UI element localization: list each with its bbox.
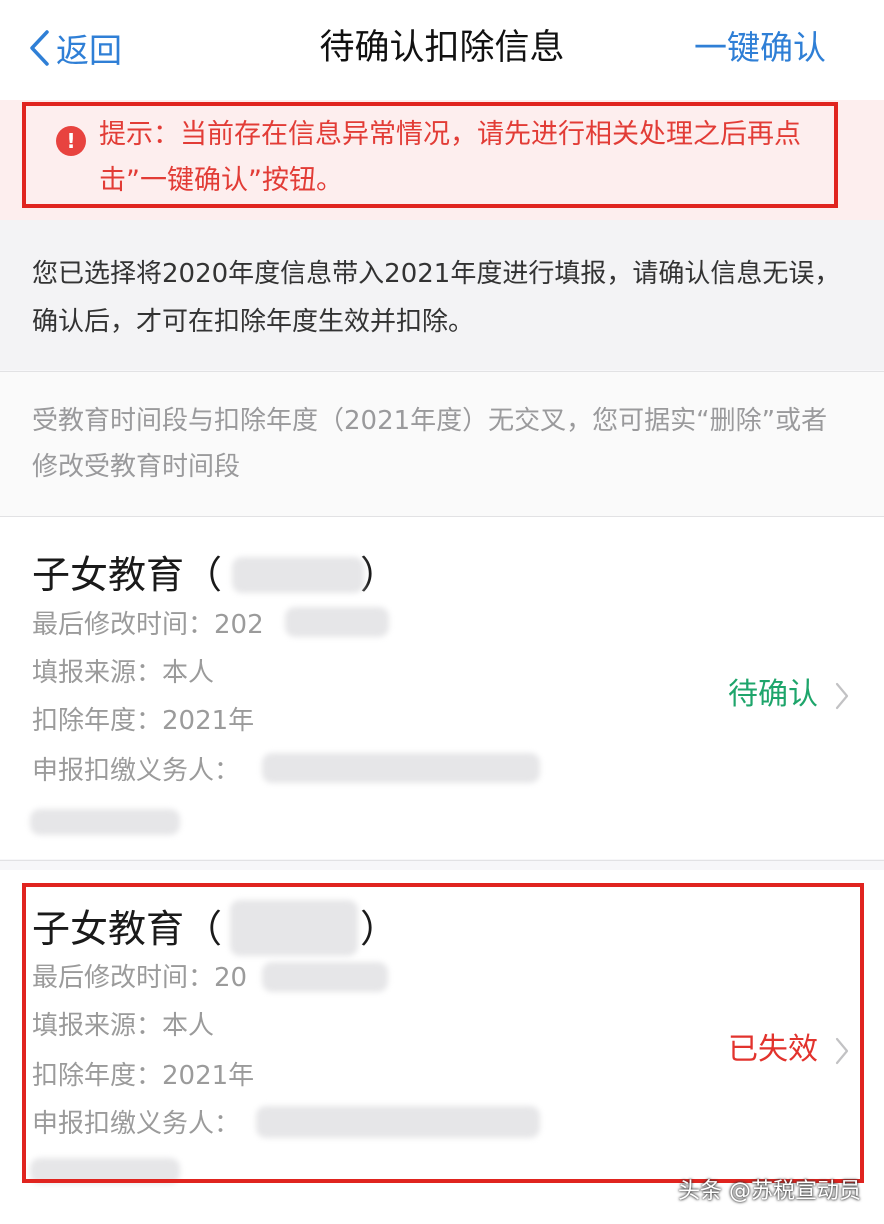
- notice-section: 受教育时间段与扣除年度（2021年度）无交叉，您可据实“删除”或者修改受教育时间…: [0, 372, 884, 516]
- redacted-agent-line2: [30, 809, 180, 835]
- exclamation-icon: !: [56, 126, 86, 156]
- status-pending: 待确认: [728, 677, 818, 712]
- watermark: 头条 @苏税宣动员: [678, 1179, 861, 1204]
- card-source: 填报来源：本人: [32, 658, 215, 688]
- redacted-name: [232, 557, 364, 593]
- card-agent-label: 申报扣缴义务人：: [32, 1109, 241, 1139]
- back-button[interactable]: 返回: [28, 22, 122, 74]
- redacted-agent: [256, 1106, 540, 1138]
- status-expired: 已失效: [728, 1032, 818, 1067]
- redacted-date: [262, 962, 388, 992]
- modified-time: 最后修改时间：20: [32, 963, 248, 993]
- back-label: 返回: [56, 31, 122, 70]
- notice-text: 受教育时间段与扣除年度（2021年度）无交叉，您可据实“删除”或者修改受教育时间…: [32, 406, 828, 482]
- card-year: 扣除年度：2021年: [32, 1061, 255, 1091]
- alert-highlight-frame: ! 提示：当前存在信息异常情况，请先进行相关处理之后再点击”一键确认”按钮。: [22, 102, 838, 208]
- chevron-left-icon: [30, 30, 49, 66]
- nav-bar: 返回 待确认扣除信息 一键确认: [0, 0, 884, 100]
- redacted-name: [230, 900, 358, 956]
- deduction-card-expired[interactable]: 子女教育（） 最后修改时间：20 填报来源：本人 扣除年度：2021年 申报扣缴…: [0, 870, 884, 1224]
- card-source: 填报来源：本人: [32, 1011, 215, 1041]
- card-year: 扣除年度：2021年: [32, 706, 255, 736]
- warning-banner: ! 提示：当前存在信息异常情况，请先进行相关处理之后再点击”一键确认”按钮。: [0, 100, 884, 220]
- divider: [0, 860, 884, 861]
- card-agent-label: 申报扣缴义务人：: [32, 756, 241, 786]
- redacted-agent: [262, 753, 540, 783]
- info-text: 您已选择将2020年度信息带入2021年度进行填报，请确认信息无误，确认后，才可…: [32, 259, 841, 337]
- chevron-right-icon: [835, 1037, 849, 1065]
- alert-text: 提示：当前存在信息异常情况，请先进行相关处理之后再点击”一键确认”按钮。: [99, 119, 801, 196]
- redacted-agent-line2: [30, 1158, 180, 1184]
- redacted-date: [285, 607, 389, 637]
- info-section: 您已选择将2020年度信息带入2021年度进行填报，请确认信息无误，确认后，才可…: [0, 220, 884, 370]
- deduction-card-pending[interactable]: 子女教育（） 最后修改时间：202 填报来源：本人 扣除年度：2021年 申报扣…: [0, 517, 884, 859]
- confirm-all-button[interactable]: 一键确认: [694, 22, 826, 74]
- chevron-right-icon: [835, 682, 849, 710]
- modified-time: 最后修改时间：202: [32, 610, 264, 640]
